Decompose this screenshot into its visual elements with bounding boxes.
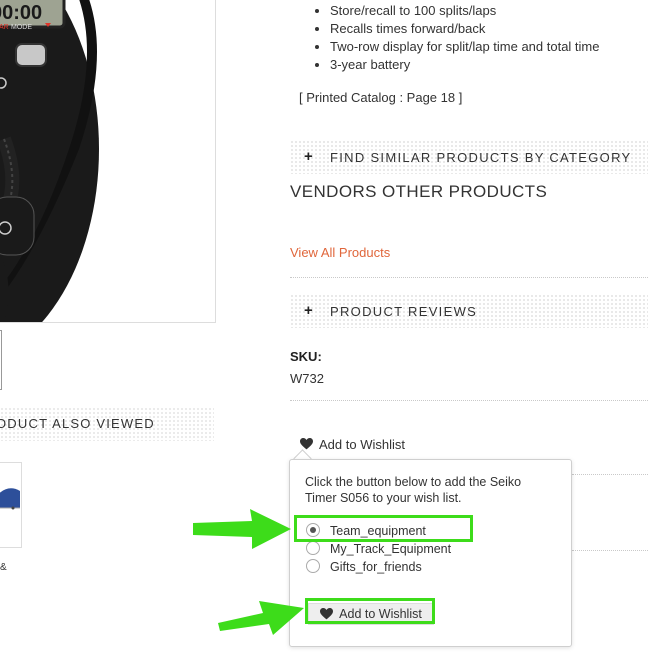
add-to-wishlist-link[interactable]: Add to Wishlist <box>300 437 405 452</box>
expand-plus-icon: + <box>304 148 313 165</box>
divider <box>290 400 648 401</box>
vendors-heading: VENDORS OTHER PRODUCTS <box>290 182 548 201</box>
product-image-frame: 00:00 AR MODE <box>0 0 216 323</box>
product-reviews-toggle[interactable]: + PRODUCT REVIEWS <box>290 294 648 328</box>
feature-item: 3-year battery <box>330 56 600 74</box>
view-all-products-link[interactable]: View All Products <box>290 245 390 260</box>
wishlist-option-label: My_Track_Equipment <box>330 542 452 556</box>
radio-button[interactable] <box>306 559 320 573</box>
product-reviews-label: PRODUCT REVIEWS <box>330 304 478 319</box>
find-similar-toggle[interactable]: + FIND SIMILAR PRODUCTS BY CATEGORY <box>290 140 648 174</box>
also-viewed-product-title[interactable]: & <box>0 562 7 573</box>
green-arrow-icon <box>218 601 304 635</box>
radio-button[interactable] <box>306 541 320 555</box>
feature-list: Store/recall to 100 splits/laps Recalls … <box>310 2 600 74</box>
also-viewed-product-image <box>0 488 20 510</box>
stopwatch-image: 00:00 AR MODE <box>0 0 99 322</box>
sku-label: SKU: <box>290 349 322 364</box>
wishlist-option-label: Gifts_for_friends <box>330 560 422 574</box>
highlight-box-button <box>305 598 435 624</box>
dial-label-right: MODE <box>11 24 32 31</box>
divider <box>290 277 648 278</box>
highlight-box-option <box>294 515 473 542</box>
product-thumbnail[interactable] <box>0 330 2 390</box>
feature-item: Store/recall to 100 splits/laps <box>330 2 600 20</box>
expand-plus-icon: + <box>304 302 313 319</box>
lcd-digits: 00:00 <box>0 2 42 24</box>
divider <box>572 474 648 475</box>
catalog-reference: [ Printed Catalog : Page 18 ] <box>299 90 463 105</box>
also-viewed-product-card[interactable] <box>0 462 22 548</box>
wishlist-option-my-track-equipment[interactable]: My_Track_Equipment <box>306 541 451 557</box>
also-viewed-label: ODUCT ALSO VIEWED <box>0 416 155 431</box>
divider <box>572 550 648 551</box>
also-viewed-header: ODUCT ALSO VIEWED <box>0 407 214 441</box>
feature-item: Recalls times forward/back <box>330 20 600 38</box>
wishlist-option-gifts-for-friends[interactable]: Gifts_for_friends <box>306 559 422 575</box>
find-similar-label: FIND SIMILAR PRODUCTS BY CATEGORY <box>330 150 632 165</box>
green-arrow-icon <box>193 509 291 549</box>
sku-value: W732 <box>290 371 324 386</box>
feature-item: Two-row display for split/lap time and t… <box>330 38 600 56</box>
wishlist-popup-message: Click the button below to add the Seiko … <box>305 475 522 505</box>
add-to-wishlist-label: Add to Wishlist <box>319 437 405 452</box>
dial-label-left: AR <box>0 24 9 31</box>
